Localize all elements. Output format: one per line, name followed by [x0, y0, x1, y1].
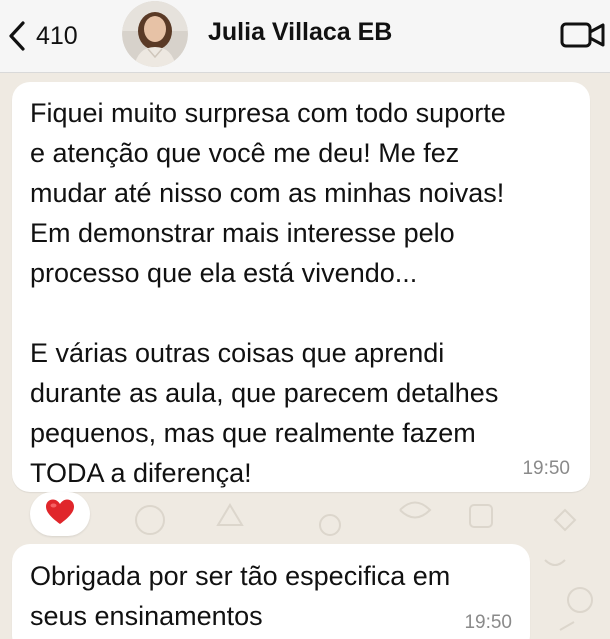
avatar[interactable]: [122, 1, 188, 67]
chat-header: 410 Julia Villaca EB: [0, 0, 610, 73]
message-bubble[interactable]: Obrigada por ser tão especifica em seus …: [12, 544, 530, 639]
message-text: Obrigada por ser tão especifica em seus …: [30, 561, 451, 631]
video-camera-icon: [560, 22, 606, 54]
contact-name[interactable]: Julia Villaca EB: [208, 18, 392, 47]
video-call-button[interactable]: [560, 20, 606, 55]
unread-count: 410: [36, 21, 78, 50]
message-bubble[interactable]: Fiquei muito surpresa com todo suporte e…: [12, 82, 590, 492]
heart-icon: [45, 498, 75, 531]
message-reaction[interactable]: [30, 492, 90, 536]
back-button[interactable]: 410: [6, 10, 78, 62]
message-timestamp: 19:50: [522, 458, 570, 479]
message-text: Fiquei muito surpresa com todo suporte e…: [30, 98, 506, 488]
message-timestamp: 19:50: [464, 612, 512, 633]
chevron-left-icon: [6, 20, 28, 52]
